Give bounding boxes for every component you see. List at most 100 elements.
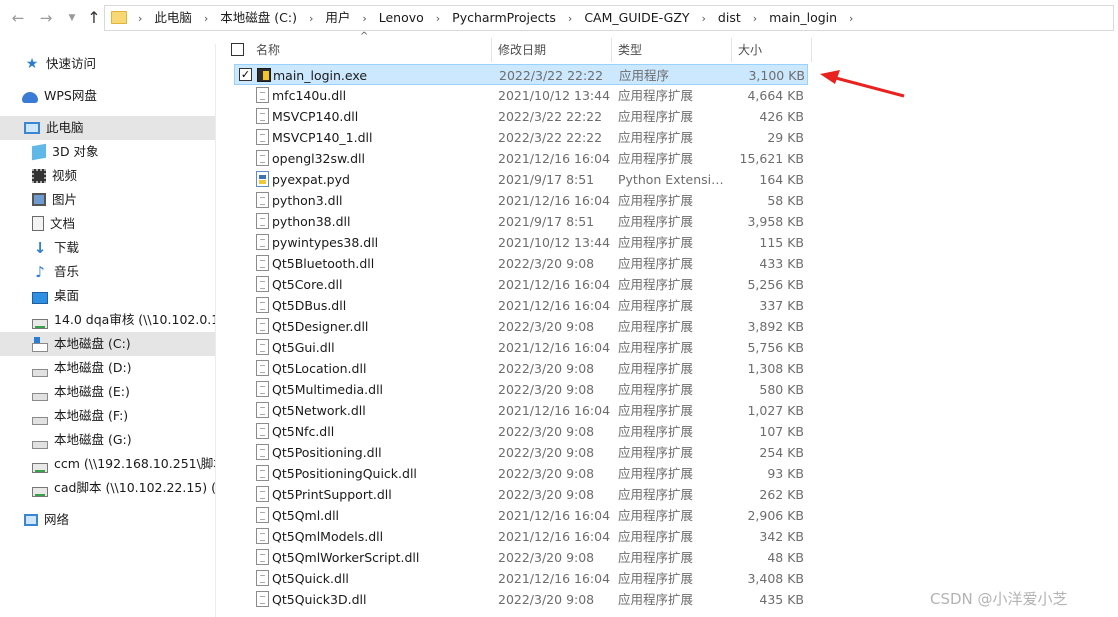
file-row[interactable]: Qt5Bluetooth.dll 2022/3/20 9:08 应用程序扩展 433 … bbox=[234, 253, 808, 274]
file-row[interactable]: Qt5Gui.dll 2021/12/16 16:04 应用程序扩展 5,756 KB bbox=[234, 337, 808, 358]
file-row[interactable]: Qt5Multimedia.dll 2022/3/20 9:08 应用程序扩展 580… bbox=[234, 379, 808, 400]
address-bar[interactable]: › 此电脑 › 本地磁盘 (C:) › 用户 › Lenovo › Pychar… bbox=[104, 5, 1114, 31]
back-arrow-icon[interactable]: ← bbox=[8, 8, 28, 28]
annotation-arrow-icon bbox=[820, 70, 905, 98]
up-arrow-icon[interactable]: ↑ bbox=[84, 8, 104, 28]
sidebar-item-label: 14.0 dqa审核 (\\10.102.0.156 bbox=[54, 312, 215, 327]
sidebar-item-3d-objects[interactable]: 3D 对象 bbox=[32, 140, 215, 164]
sidebar-item-drive-c[interactable]: 本地磁盘 (C:) bbox=[0, 332, 215, 356]
sidebar-item-drive-g[interactable]: 本地磁盘 (G:) bbox=[32, 428, 215, 452]
sidebar-item-network-drive-cad[interactable]: cad脚本 (\\10.102.22.15) (Z:) bbox=[32, 476, 215, 500]
sidebar-item-drive-e[interactable]: 本地磁盘 (E:) bbox=[32, 380, 215, 404]
row-checkbox[interactable]: ✓ bbox=[239, 68, 252, 81]
file-type: 应用程序扩展 bbox=[618, 571, 694, 586]
network-drive-icon bbox=[32, 462, 48, 473]
sidebar-item-this-pc[interactable]: 此电脑 bbox=[0, 116, 215, 140]
dll-file-icon bbox=[256, 402, 269, 418]
dll-file-icon bbox=[256, 444, 269, 460]
breadcrumb-separator-icon[interactable]: › bbox=[433, 7, 443, 31]
sidebar-item-network-drive-ccm[interactable]: ccm (\\192.168.10.251\脚本库 bbox=[32, 452, 215, 476]
file-row[interactable]: MSVCP140_1.dll 2022/3/22 22:22 应用程序扩展 29 KB bbox=[234, 127, 808, 148]
file-date: 2022/3/20 9:08 bbox=[498, 550, 595, 565]
sidebar-item-drive-f[interactable]: 本地磁盘 (F:) bbox=[32, 404, 215, 428]
file-name: Qt5Quick3D.dll bbox=[272, 592, 367, 607]
file-row[interactable]: Qt5Qml.dll 2021/12/16 16:04 应用程序扩展 2,906 KB bbox=[234, 505, 808, 526]
sidebar-item-videos[interactable]: 视频 bbox=[32, 164, 215, 188]
breadcrumb-item[interactable]: 用户 bbox=[320, 6, 355, 30]
sidebar-item-desktop[interactable]: 桌面 bbox=[32, 284, 215, 308]
sidebar-item-drive-d[interactable]: 本地磁盘 (D:) bbox=[32, 356, 215, 380]
file-row[interactable]: Qt5Quick.dll 2021/12/16 16:04 应用程序扩展 3,408 … bbox=[234, 568, 808, 589]
forward-arrow-icon[interactable]: → bbox=[36, 8, 56, 28]
file-row[interactable]: mfc140u.dll 2021/10/12 13:44 应用程序扩展 4,664 K… bbox=[234, 85, 808, 106]
file-date: 2021/12/16 16:04 bbox=[498, 403, 611, 418]
file-row[interactable]: python38.dll 2021/9/17 8:51 应用程序扩展 3,958 KB bbox=[234, 211, 808, 232]
sidebar-item-pictures[interactable]: 图片 bbox=[32, 188, 215, 212]
sidebar-item-network-drive-dqa[interactable]: 14.0 dqa审核 (\\10.102.0.156 bbox=[32, 308, 215, 332]
breadcrumb-separator-icon[interactable]: › bbox=[750, 7, 760, 31]
file-row[interactable]: Qt5Designer.dll 2022/3/20 9:08 应用程序扩展 3,892… bbox=[234, 316, 808, 337]
file-row[interactable]: Qt5QmlWorkerScript.dll 2022/3/20 9:08 应用程序… bbox=[234, 547, 808, 568]
file-size: 2,906 KB bbox=[747, 508, 804, 523]
file-size: 29 KB bbox=[767, 130, 804, 145]
column-header-date[interactable]: 修改日期 bbox=[492, 38, 612, 62]
file-row[interactable]: Qt5Positioning.dll 2022/3/20 9:08 应用程序扩展 25… bbox=[234, 442, 808, 463]
sidebar-item-label: 快速访问 bbox=[46, 56, 97, 71]
sidebar-item-wps[interactable]: WPS网盘 bbox=[22, 84, 215, 108]
file-type: Python Extensio... bbox=[618, 172, 724, 187]
drive-icon bbox=[32, 416, 48, 425]
file-row[interactable]: MSVCP140.dll 2022/3/22 22:22 应用程序扩展 426 KB bbox=[234, 106, 808, 127]
file-name: Qt5Location.dll bbox=[272, 361, 367, 376]
sidebar-item-quick-access[interactable]: ★ 快速访问 bbox=[24, 52, 215, 76]
column-header-type[interactable]: 类型 bbox=[612, 38, 732, 62]
recent-locations-chevron-icon[interactable]: ▼ bbox=[62, 8, 82, 28]
file-name: Qt5Positioning.dll bbox=[272, 445, 382, 460]
breadcrumb-separator-icon[interactable]: › bbox=[699, 7, 709, 31]
column-header-size[interactable]: 大小 bbox=[732, 38, 812, 62]
breadcrumb-item[interactable]: CAM_GUIDE-GZY bbox=[579, 6, 694, 30]
file-row[interactable]: Qt5QmlModels.dll 2021/12/16 16:04 应用程序扩展 34… bbox=[234, 526, 808, 547]
breadcrumb-item[interactable]: main_login bbox=[764, 6, 842, 30]
file-row[interactable]: Qt5Location.dll 2022/3/20 9:08 应用程序扩展 1,308… bbox=[234, 358, 808, 379]
sidebar-item-downloads[interactable]: ↓ 下载 bbox=[32, 236, 215, 260]
sidebar-item-network[interactable]: 网络 bbox=[24, 508, 215, 532]
breadcrumb-item[interactable]: Lenovo bbox=[374, 6, 429, 30]
file-row[interactable]: Qt5PositioningQuick.dll 2022/3/20 9:08 应用程… bbox=[234, 463, 808, 484]
file-row[interactable]: Qt5DBus.dll 2021/12/16 16:04 应用程序扩展 337 KB bbox=[234, 295, 808, 316]
breadcrumb-item[interactable]: PycharmProjects bbox=[447, 6, 561, 30]
breadcrumb-item[interactable]: 本地磁盘 (C:) bbox=[215, 6, 302, 30]
file-row[interactable]: Qt5PrintSupport.dll 2022/3/20 9:08 应用程序扩展 2… bbox=[234, 484, 808, 505]
file-row[interactable]: Qt5Nfc.dll 2022/3/20 9:08 应用程序扩展 107 KB bbox=[234, 421, 808, 442]
sidebar-item-documents[interactable]: 文档 bbox=[32, 212, 215, 236]
file-size: 5,756 KB bbox=[747, 340, 804, 355]
sidebar-item-label: 本地磁盘 (G:) bbox=[54, 432, 132, 447]
select-all-checkbox[interactable] bbox=[231, 43, 244, 56]
file-row[interactable]: python3.dll 2021/12/16 16:04 应用程序扩展 58 KB bbox=[234, 190, 808, 211]
file-type: 应用程序扩展 bbox=[618, 529, 694, 544]
file-row[interactable]: pywintypes38.dll 2021/10/12 13:44 应用程序扩展 11… bbox=[234, 232, 808, 253]
file-name: pyexpat.pyd bbox=[272, 172, 350, 187]
file-row[interactable]: opengl32sw.dll 2021/12/16 16:04 应用程序扩展 15,6… bbox=[234, 148, 808, 169]
breadcrumb-separator-icon[interactable]: › bbox=[359, 7, 369, 31]
breadcrumb-item[interactable]: 此电脑 bbox=[149, 6, 197, 30]
breadcrumb-separator-icon[interactable]: › bbox=[201, 7, 211, 31]
breadcrumb-separator-icon[interactable]: › bbox=[846, 7, 856, 31]
sidebar-item-music[interactable]: ♪ 音乐 bbox=[32, 260, 215, 284]
file-name: Qt5QmlWorkerScript.dll bbox=[272, 550, 420, 565]
file-date: 2021/12/16 16:04 bbox=[498, 571, 611, 586]
file-type: 应用程序扩展 bbox=[618, 445, 694, 460]
column-header-name[interactable]: 名称 bbox=[250, 38, 492, 62]
file-name: Qt5Multimedia.dll bbox=[272, 382, 384, 397]
breadcrumb-separator-icon[interactable]: › bbox=[306, 7, 316, 31]
file-row[interactable]: Qt5Network.dll 2021/12/16 16:04 应用程序扩展 1,02… bbox=[234, 400, 808, 421]
file-name: MSVCP140.dll bbox=[272, 109, 359, 124]
file-row[interactable]: Qt5Quick3D.dll 2022/3/20 9:08 应用程序扩展 435 KB bbox=[234, 589, 808, 610]
computer-icon bbox=[24, 121, 40, 134]
file-type: 应用程序扩展 bbox=[618, 319, 694, 334]
file-row[interactable]: pyexpat.pyd 2021/9/17 8:51 Python Extensio… bbox=[234, 169, 808, 190]
breadcrumb-separator-icon[interactable]: › bbox=[565, 7, 575, 31]
file-row[interactable]: ✓ main_login.exe 2022/3/22 22:22 应用程序 3,100 … bbox=[234, 64, 808, 85]
breadcrumb-item[interactable]: dist bbox=[713, 6, 746, 30]
music-icon: ♪ bbox=[35, 262, 45, 281]
file-row[interactable]: Qt5Core.dll 2021/12/16 16:04 应用程序扩展 5,256 K… bbox=[234, 274, 808, 295]
